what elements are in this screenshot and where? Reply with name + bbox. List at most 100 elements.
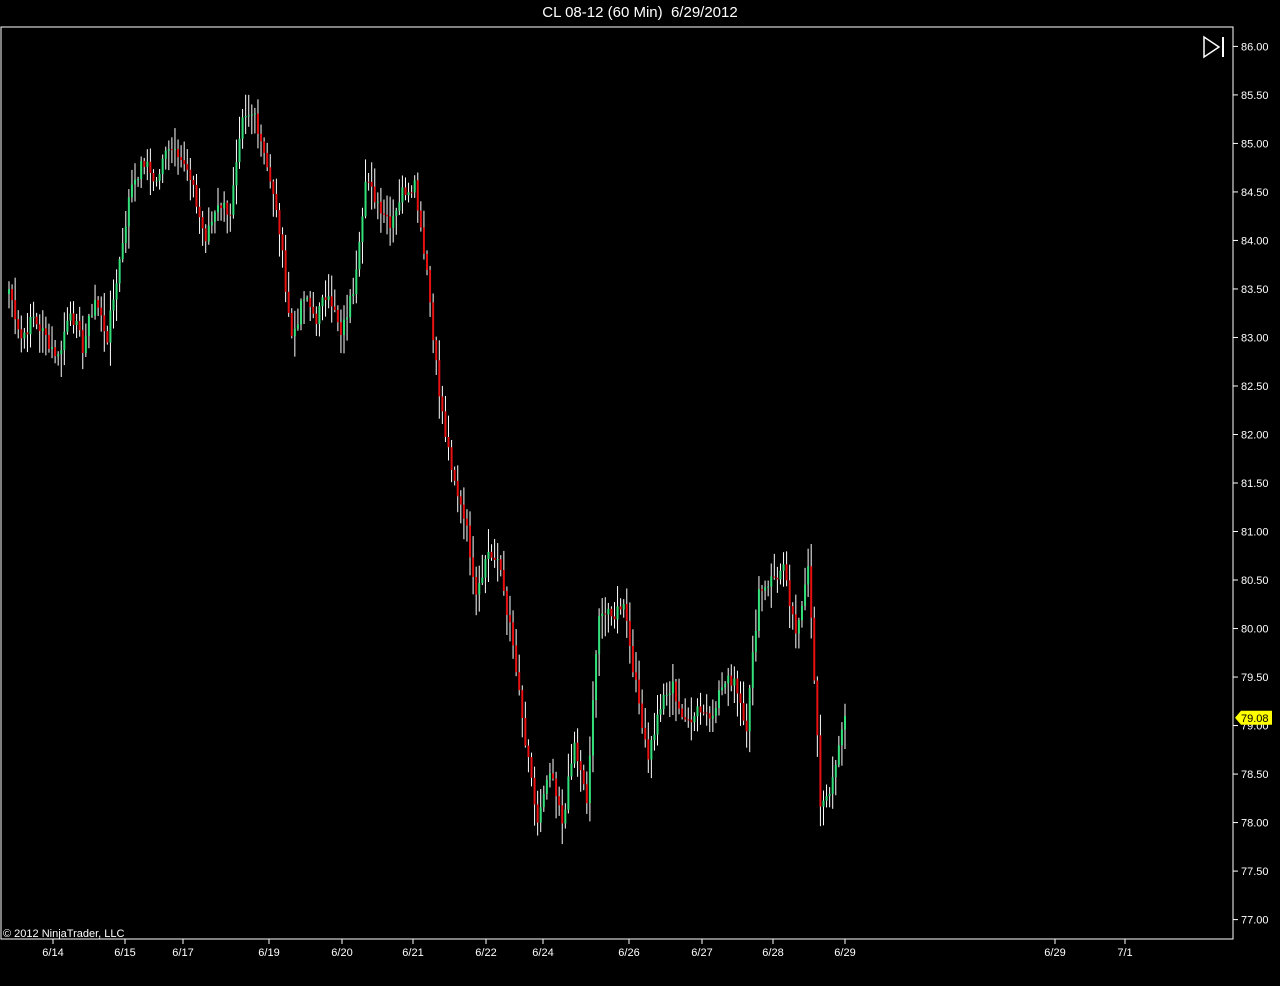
plot-frame: [0, 26, 1234, 940]
candle-body-down: [472, 557, 475, 578]
candle-body-down: [149, 161, 152, 173]
candle-body-down: [561, 805, 564, 824]
candle-body-up: [607, 608, 610, 615]
candle-body-down: [604, 613, 607, 615]
candle-body-down: [152, 172, 155, 182]
candle-body-down: [739, 693, 742, 704]
candle-body-down: [493, 557, 496, 560]
candle-body-down: [183, 160, 186, 165]
candle-body-down: [773, 576, 776, 578]
candle-body-down: [555, 778, 558, 797]
play-to-end-icon[interactable]: [1203, 35, 1224, 59]
candle-body-down: [558, 796, 561, 806]
candle-body-down: [635, 672, 637, 680]
candle-body-down: [453, 469, 456, 481]
y-tick-label: 78.00: [1241, 818, 1269, 830]
candle-body-up: [57, 354, 60, 357]
candle-body-down: [186, 164, 189, 170]
candle-body-up: [213, 212, 216, 222]
candle-body-up: [591, 700, 594, 756]
candle-body-up: [118, 259, 121, 284]
candle-body-up: [115, 283, 118, 300]
candle-body-down: [177, 149, 180, 158]
candle-body-up: [804, 584, 807, 606]
candle-body-down: [315, 313, 318, 324]
candle-body-up: [244, 116, 247, 118]
candle-body-down: [220, 205, 223, 209]
candle-body-up: [844, 715, 846, 730]
candle-body-down: [38, 324, 41, 332]
candle-body-down: [379, 201, 382, 214]
candle-body-up: [217, 205, 219, 213]
candle-body-up: [782, 564, 785, 571]
price-chart[interactable]: 86.00 85.50 85.00 84.50 84.00 83.50 83.00 82.50…: [0, 0, 1280, 986]
x-tick-label: 6/14: [42, 947, 63, 959]
time-axis: 6/14 6/15 6/17 6/19 6/20 6/21 6/22 6/24 6/26 6/27…: [42, 939, 1133, 959]
candle-body-up: [296, 324, 299, 329]
candle-body-down: [336, 309, 339, 323]
candle-body-up: [800, 605, 803, 621]
candle-body-up: [601, 613, 604, 617]
candle-body-down: [275, 193, 278, 211]
candle-body-down: [465, 518, 468, 526]
candle-body-up: [825, 796, 828, 801]
candle-body-down: [204, 228, 207, 242]
copyright-text: © 2012 NinjaTrader, LLC: [3, 928, 124, 940]
candle-body-down: [582, 770, 585, 785]
y-tick-label: 81.00: [1241, 527, 1269, 539]
candle-body-up: [343, 319, 346, 335]
candle-body-down: [736, 678, 739, 694]
candle-body-down: [641, 703, 644, 728]
last-price-label: 79.08: [1241, 713, 1269, 725]
candle-body-up: [588, 755, 591, 804]
candle-body-down: [263, 141, 266, 153]
candle-body-up: [361, 216, 364, 243]
candle-body-down: [533, 777, 536, 805]
candle-body-down: [11, 289, 14, 301]
candle-body-up: [564, 809, 567, 824]
candle-body-up: [137, 179, 140, 181]
candle-body-up: [656, 714, 659, 735]
candle-body-up: [127, 197, 130, 227]
candle-body-down: [256, 113, 259, 134]
candle-body-down: [260, 133, 263, 142]
candle-body-up: [717, 690, 720, 709]
candle-body-down: [229, 214, 232, 216]
candle-body-up: [318, 306, 321, 324]
candle-body-down: [382, 213, 385, 215]
candle-body-down: [54, 347, 57, 357]
candle-body-up: [401, 187, 404, 203]
candle-body-up: [693, 716, 696, 723]
candle-body-up: [837, 745, 840, 765]
candle-body-down: [426, 253, 428, 270]
candle-body-up: [161, 158, 164, 175]
candle-body-down: [192, 179, 195, 185]
candle-body-down: [97, 299, 100, 308]
candle-body-down: [447, 437, 450, 448]
candle-body-up: [346, 317, 349, 320]
candle-body-up: [413, 180, 416, 193]
candle-body-up: [358, 242, 361, 270]
candle-body-down: [794, 614, 797, 634]
candle-body-up: [407, 192, 410, 196]
candle-body-up: [395, 210, 398, 217]
candle-body-up: [250, 114, 253, 116]
candle-body-up: [303, 299, 306, 301]
y-tick-label: 82.00: [1241, 429, 1269, 441]
candle-body-up: [545, 779, 548, 794]
candle-body-down: [813, 617, 816, 681]
candle-body-down: [272, 181, 275, 194]
x-tick-label: 6/22: [475, 947, 496, 959]
candle-body-down: [681, 708, 684, 718]
price-axis: 86.00 85.50 85.00 84.50 84.00 83.50 83.00 82.50…: [1233, 41, 1269, 927]
candle-body-up: [23, 332, 26, 339]
candle-body-up: [207, 225, 210, 242]
candle-body-down: [702, 712, 705, 714]
candle-body-down: [508, 615, 511, 623]
candle-body-down: [441, 396, 444, 412]
candle-body-up: [764, 587, 767, 591]
candle-body-down: [515, 645, 518, 673]
candle-body-up: [69, 313, 72, 321]
candle-body-up: [831, 777, 834, 794]
candle-body-down: [35, 316, 38, 325]
